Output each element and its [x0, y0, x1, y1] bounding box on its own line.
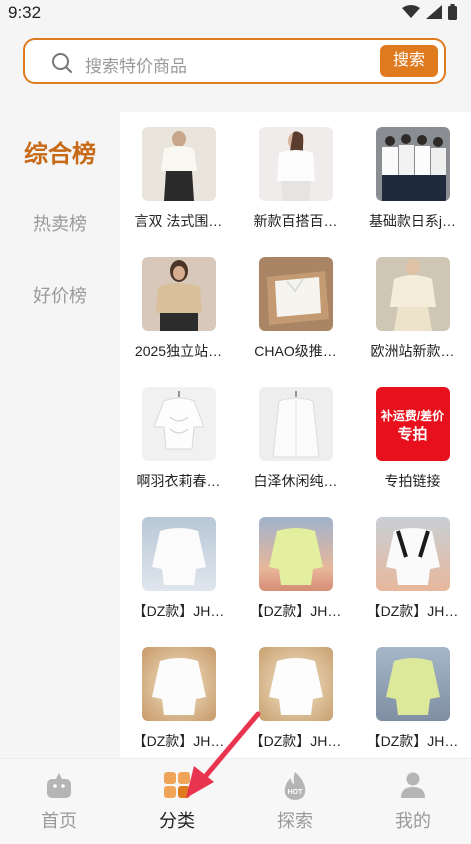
product-image: 补运费/差价 专拍	[375, 387, 450, 461]
search-bar[interactable]: 搜索特价商品 搜索	[23, 38, 446, 84]
battery-icon	[448, 4, 457, 20]
nav-home[interactable]: 首页	[0, 759, 118, 844]
product-image	[141, 647, 216, 721]
product-card[interactable]: 新款百搭百…	[237, 112, 354, 231]
product-image	[141, 127, 216, 201]
profile-icon	[401, 772, 425, 798]
product-image	[258, 647, 333, 721]
product-title: 【DZ款】JH…	[249, 603, 342, 619]
product-title: 专拍链接	[384, 473, 441, 489]
wifi-icon	[402, 5, 420, 18]
product-image	[141, 517, 216, 591]
category-icon	[164, 772, 190, 798]
product-title: 【DZ款】JH…	[366, 733, 459, 749]
bottom-nav: 首页 分类 HOT 探索 我的	[0, 758, 471, 844]
product-card[interactable]: 补运费/差价 专拍 专拍链接	[354, 372, 471, 491]
sidebar-item-good-price[interactable]: 好价榜	[0, 282, 120, 308]
product-card[interactable]: 【DZ款】JH…	[237, 632, 354, 751]
hot-badge: HOT	[288, 789, 304, 796]
product-title: CHAO级推…	[254, 343, 337, 359]
product-card[interactable]: 【DZ款】JH…	[120, 632, 237, 751]
product-title: 【DZ款】JH…	[132, 603, 225, 619]
nav-label: 我的	[395, 811, 431, 831]
nav-explore[interactable]: HOT 探索	[236, 759, 354, 844]
product-image	[375, 517, 450, 591]
product-image	[258, 387, 333, 461]
search-icon	[52, 53, 72, 73]
product-card[interactable]: 【DZ款】JH…	[120, 502, 237, 621]
product-card[interactable]: 欧洲站新款…	[354, 242, 471, 361]
nav-label: 分类	[159, 811, 195, 831]
product-card[interactable]: CHAO级推…	[237, 242, 354, 361]
nav-profile[interactable]: 我的	[354, 759, 471, 844]
signal-icon	[426, 5, 442, 19]
product-image	[258, 127, 333, 201]
product-card[interactable]: 2025独立站…	[120, 242, 237, 361]
home-icon	[47, 773, 71, 798]
product-image	[258, 517, 333, 591]
product-card[interactable]: 啊羽衣莉春…	[120, 372, 237, 491]
nav-label: 首页	[41, 811, 77, 831]
search-button[interactable]: 搜索	[380, 45, 438, 77]
product-image	[258, 257, 333, 331]
product-title: 2025独立站…	[134, 343, 223, 359]
nav-label: 探索	[277, 811, 313, 831]
nav-category[interactable]: 分类	[118, 759, 236, 844]
product-card[interactable]: 言双 法式围…	[120, 112, 237, 231]
product-title: 【DZ款】JH…	[249, 733, 342, 749]
product-card[interactable]: 【DZ款】JH…	[237, 502, 354, 621]
sidebar-item-hot-sales[interactable]: 热卖榜	[0, 210, 120, 236]
product-card[interactable]: 【DZ款】JH…	[354, 502, 471, 621]
product-grid: 言双 法式围… 新款百搭百… 基础款日系j… 2025独立站… CHAO级推… …	[120, 112, 471, 758]
product-title: 啊羽衣莉春…	[136, 473, 221, 489]
product-title: 言双 法式围…	[134, 213, 223, 229]
search-input[interactable]: 搜索特价商品	[85, 52, 187, 77]
product-title: 【DZ款】JH…	[366, 603, 459, 619]
product-title: 新款百搭百…	[253, 213, 338, 229]
sidebar-item-comprehensive[interactable]: 综合榜	[0, 134, 120, 169]
status-bar: 9:32	[0, 0, 471, 28]
product-title: 【DZ款】JH…	[132, 733, 225, 749]
product-card[interactable]: 【DZ款】JH…	[354, 632, 471, 751]
product-title: 欧洲站新款…	[370, 343, 455, 359]
product-image	[375, 127, 450, 201]
product-title: 基础款日系j…	[368, 213, 457, 229]
product-image	[375, 647, 450, 721]
product-title: 白泽休闲纯…	[253, 473, 338, 489]
hot-flame-icon: HOT	[284, 772, 306, 800]
product-image	[375, 257, 450, 331]
status-time: 9:32	[8, 3, 42, 22]
promo-line2: 专拍	[397, 426, 428, 443]
sidebar: 综合榜 热卖榜 好价榜	[0, 112, 120, 758]
product-card[interactable]: 基础款日系j…	[354, 112, 471, 231]
promo-line1: 补运费/差价	[380, 409, 445, 423]
product-image	[141, 387, 216, 461]
product-card[interactable]: 白泽休闲纯…	[237, 372, 354, 491]
product-image	[141, 257, 216, 331]
